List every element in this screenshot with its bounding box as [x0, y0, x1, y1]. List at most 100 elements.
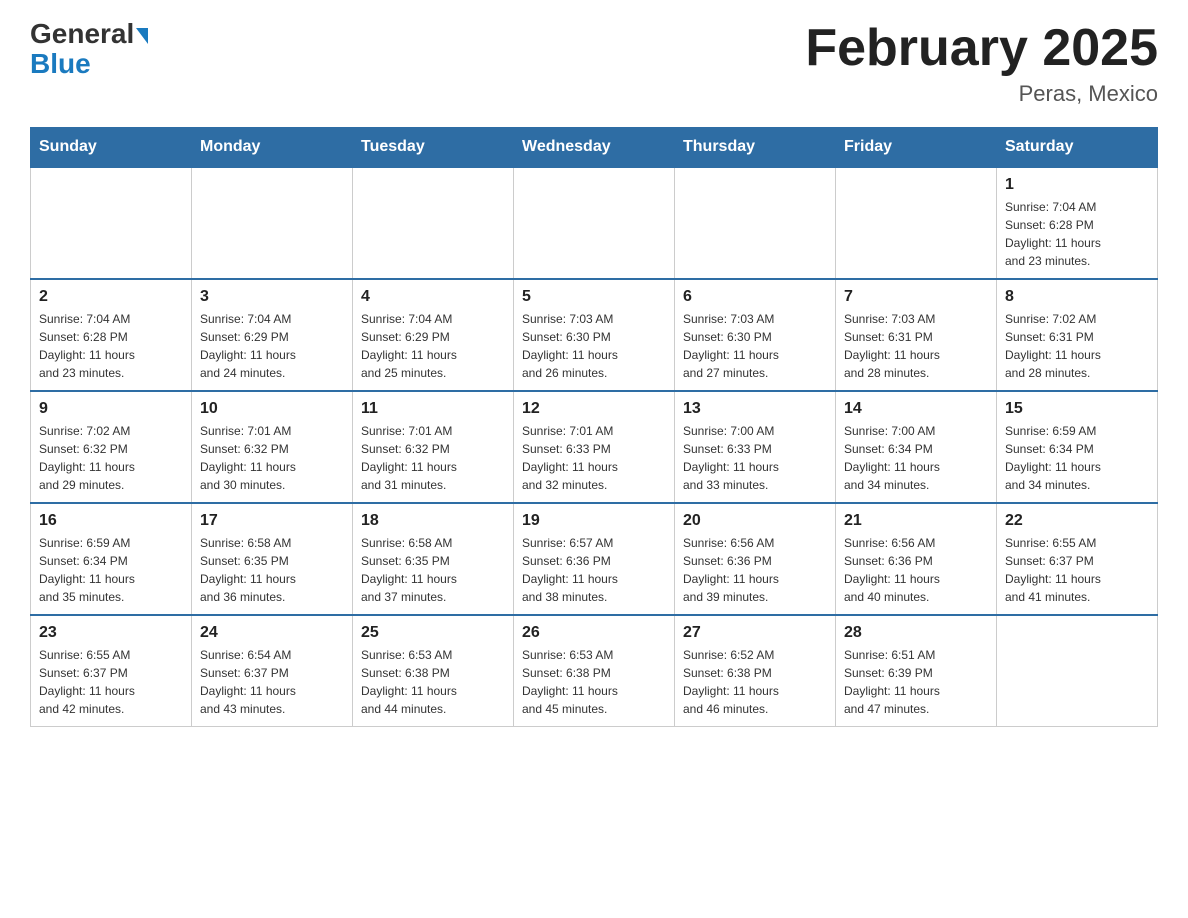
calendar-cell: 19 Sunrise: 6:57 AM Sunset: 6:36 PM Dayli… — [514, 503, 675, 615]
day-info: Sunrise: 6:59 AM Sunset: 6:34 PM Dayligh… — [1005, 422, 1149, 494]
location-label: Peras, Mexico — [805, 81, 1158, 107]
calendar-week-row: 1 Sunrise: 7:04 AM Sunset: 6:28 PM Daylig… — [31, 167, 1158, 279]
day-number: 11 — [361, 400, 505, 418]
day-number: 23 — [39, 624, 183, 642]
calendar-cell: 5 Sunrise: 7:03 AM Sunset: 6:30 PM Daylig… — [514, 279, 675, 391]
day-number: 25 — [361, 624, 505, 642]
calendar-cell — [836, 167, 997, 279]
month-title: February 2025 — [805, 20, 1158, 77]
calendar-cell — [675, 167, 836, 279]
day-number: 6 — [683, 288, 827, 306]
calendar-cell: 1 Sunrise: 7:04 AM Sunset: 6:28 PM Daylig… — [997, 167, 1158, 279]
day-info: Sunrise: 6:52 AM Sunset: 6:38 PM Dayligh… — [683, 646, 827, 718]
weekday-header-row: SundayMondayTuesdayWednesdayThursdayFrid… — [31, 128, 1158, 168]
day-number: 15 — [1005, 400, 1149, 418]
day-info: Sunrise: 7:01 AM Sunset: 6:32 PM Dayligh… — [200, 422, 344, 494]
day-number: 9 — [39, 400, 183, 418]
calendar-cell: 12Sunrise: 7:01 AM Sunset: 6:33 PM Dayli… — [514, 391, 675, 503]
logo-part1: General — [30, 20, 148, 48]
day-info: Sunrise: 6:53 AM Sunset: 6:38 PM Dayligh… — [361, 646, 505, 718]
calendar-cell: 16 Sunrise: 6:59 AM Sunset: 6:34 PM Dayli… — [31, 503, 192, 615]
calendar-header: SundayMondayTuesdayWednesdayThursdayFrid… — [31, 128, 1158, 168]
calendar-cell: 24 Sunrise: 6:54 AM Sunset: 6:37 PM Dayli… — [192, 615, 353, 727]
logo: General Blue — [30, 20, 148, 78]
day-info: Sunrise: 6:59 AM Sunset: 6:34 PM Dayligh… — [39, 534, 183, 606]
calendar-cell: 6 Sunrise: 7:03 AM Sunset: 6:30 PM Daylig… — [675, 279, 836, 391]
calendar-cell: 10 Sunrise: 7:01 AM Sunset: 6:32 PM Dayli… — [192, 391, 353, 503]
weekday-header-wednesday: Wednesday — [514, 128, 675, 168]
day-info: Sunrise: 6:55 AM Sunset: 6:37 PM Dayligh… — [1005, 534, 1149, 606]
calendar-cell: 26Sunrise: 6:53 AM Sunset: 6:38 PM Dayli… — [514, 615, 675, 727]
calendar-cell: 2 Sunrise: 7:04 AM Sunset: 6:28 PM Daylig… — [31, 279, 192, 391]
calendar-cell: 7Sunrise: 7:03 AM Sunset: 6:31 PM Daylig… — [836, 279, 997, 391]
day-number: 24 — [200, 624, 344, 642]
calendar-body: 1 Sunrise: 7:04 AM Sunset: 6:28 PM Daylig… — [31, 167, 1158, 727]
day-number: 4 — [361, 288, 505, 306]
day-number: 8 — [1005, 288, 1149, 306]
calendar-cell: 17 Sunrise: 6:58 AM Sunset: 6:35 PM Dayli… — [192, 503, 353, 615]
calendar-cell — [31, 167, 192, 279]
day-number: 21 — [844, 512, 988, 530]
day-info: Sunrise: 6:54 AM Sunset: 6:37 PM Dayligh… — [200, 646, 344, 718]
day-info: Sunrise: 6:58 AM Sunset: 6:35 PM Dayligh… — [200, 534, 344, 606]
day-number: 3 — [200, 288, 344, 306]
logo-part2: Blue — [30, 50, 91, 78]
day-number: 7 — [844, 288, 988, 306]
calendar-cell: 3 Sunrise: 7:04 AM Sunset: 6:29 PM Daylig… — [192, 279, 353, 391]
day-number: 1 — [1005, 176, 1149, 194]
day-number: 16 — [39, 512, 183, 530]
day-number: 2 — [39, 288, 183, 306]
day-info: Sunrise: 7:01 AM Sunset: 6:32 PM Dayligh… — [361, 422, 505, 494]
calendar-week-row: 23 Sunrise: 6:55 AM Sunset: 6:37 PM Dayli… — [31, 615, 1158, 727]
day-number: 22 — [1005, 512, 1149, 530]
day-number: 10 — [200, 400, 344, 418]
weekday-header-sunday: Sunday — [31, 128, 192, 168]
day-info: Sunrise: 6:55 AM Sunset: 6:37 PM Dayligh… — [39, 646, 183, 718]
title-block: February 2025 Peras, Mexico — [805, 20, 1158, 107]
day-info: Sunrise: 6:58 AM Sunset: 6:35 PM Dayligh… — [361, 534, 505, 606]
calendar-cell: 14 Sunrise: 7:00 AM Sunset: 6:34 PM Dayli… — [836, 391, 997, 503]
calendar-cell — [514, 167, 675, 279]
day-info: Sunrise: 7:04 AM Sunset: 6:28 PM Dayligh… — [1005, 198, 1149, 270]
calendar-cell: 23 Sunrise: 6:55 AM Sunset: 6:37 PM Dayli… — [31, 615, 192, 727]
calendar-cell: 21 Sunrise: 6:56 AM Sunset: 6:36 PM Dayli… — [836, 503, 997, 615]
calendar-cell: 15 Sunrise: 6:59 AM Sunset: 6:34 PM Dayli… — [997, 391, 1158, 503]
calendar-cell: 18 Sunrise: 6:58 AM Sunset: 6:35 PM Dayli… — [353, 503, 514, 615]
day-number: 14 — [844, 400, 988, 418]
weekday-header-friday: Friday — [836, 128, 997, 168]
day-info: Sunrise: 6:56 AM Sunset: 6:36 PM Dayligh… — [844, 534, 988, 606]
calendar-cell: 13Sunrise: 7:00 AM Sunset: 6:33 PM Dayli… — [675, 391, 836, 503]
calendar-week-row: 16 Sunrise: 6:59 AM Sunset: 6:34 PM Dayli… — [31, 503, 1158, 615]
weekday-header-tuesday: Tuesday — [353, 128, 514, 168]
day-number: 18 — [361, 512, 505, 530]
day-number: 20 — [683, 512, 827, 530]
day-number: 19 — [522, 512, 666, 530]
calendar-week-row: 9 Sunrise: 7:02 AM Sunset: 6:32 PM Daylig… — [31, 391, 1158, 503]
calendar-cell: 28Sunrise: 6:51 AM Sunset: 6:39 PM Dayli… — [836, 615, 997, 727]
day-info: Sunrise: 7:03 AM Sunset: 6:30 PM Dayligh… — [522, 310, 666, 382]
logo-triangle-icon — [136, 28, 148, 44]
day-info: Sunrise: 6:57 AM Sunset: 6:36 PM Dayligh… — [522, 534, 666, 606]
day-info: Sunrise: 7:01 AM Sunset: 6:33 PM Dayligh… — [522, 422, 666, 494]
day-info: Sunrise: 7:03 AM Sunset: 6:30 PM Dayligh… — [683, 310, 827, 382]
day-info: Sunrise: 7:04 AM Sunset: 6:29 PM Dayligh… — [200, 310, 344, 382]
day-info: Sunrise: 6:51 AM Sunset: 6:39 PM Dayligh… — [844, 646, 988, 718]
day-info: Sunrise: 7:00 AM Sunset: 6:33 PM Dayligh… — [683, 422, 827, 494]
calendar-table: SundayMondayTuesdayWednesdayThursdayFrid… — [30, 127, 1158, 727]
day-info: Sunrise: 7:04 AM Sunset: 6:29 PM Dayligh… — [361, 310, 505, 382]
calendar-cell: 4 Sunrise: 7:04 AM Sunset: 6:29 PM Daylig… — [353, 279, 514, 391]
day-number: 5 — [522, 288, 666, 306]
day-number: 17 — [200, 512, 344, 530]
calendar-cell: 27 Sunrise: 6:52 AM Sunset: 6:38 PM Dayli… — [675, 615, 836, 727]
calendar-week-row: 2 Sunrise: 7:04 AM Sunset: 6:28 PM Daylig… — [31, 279, 1158, 391]
day-info: Sunrise: 6:53 AM Sunset: 6:38 PM Dayligh… — [522, 646, 666, 718]
calendar-cell — [192, 167, 353, 279]
weekday-header-saturday: Saturday — [997, 128, 1158, 168]
calendar-cell — [353, 167, 514, 279]
day-number: 27 — [683, 624, 827, 642]
calendar-cell: 22 Sunrise: 6:55 AM Sunset: 6:37 PM Dayli… — [997, 503, 1158, 615]
day-info: Sunrise: 7:02 AM Sunset: 6:32 PM Dayligh… — [39, 422, 183, 494]
weekday-header-monday: Monday — [192, 128, 353, 168]
day-info: Sunrise: 7:00 AM Sunset: 6:34 PM Dayligh… — [844, 422, 988, 494]
day-info: Sunrise: 7:04 AM Sunset: 6:28 PM Dayligh… — [39, 310, 183, 382]
